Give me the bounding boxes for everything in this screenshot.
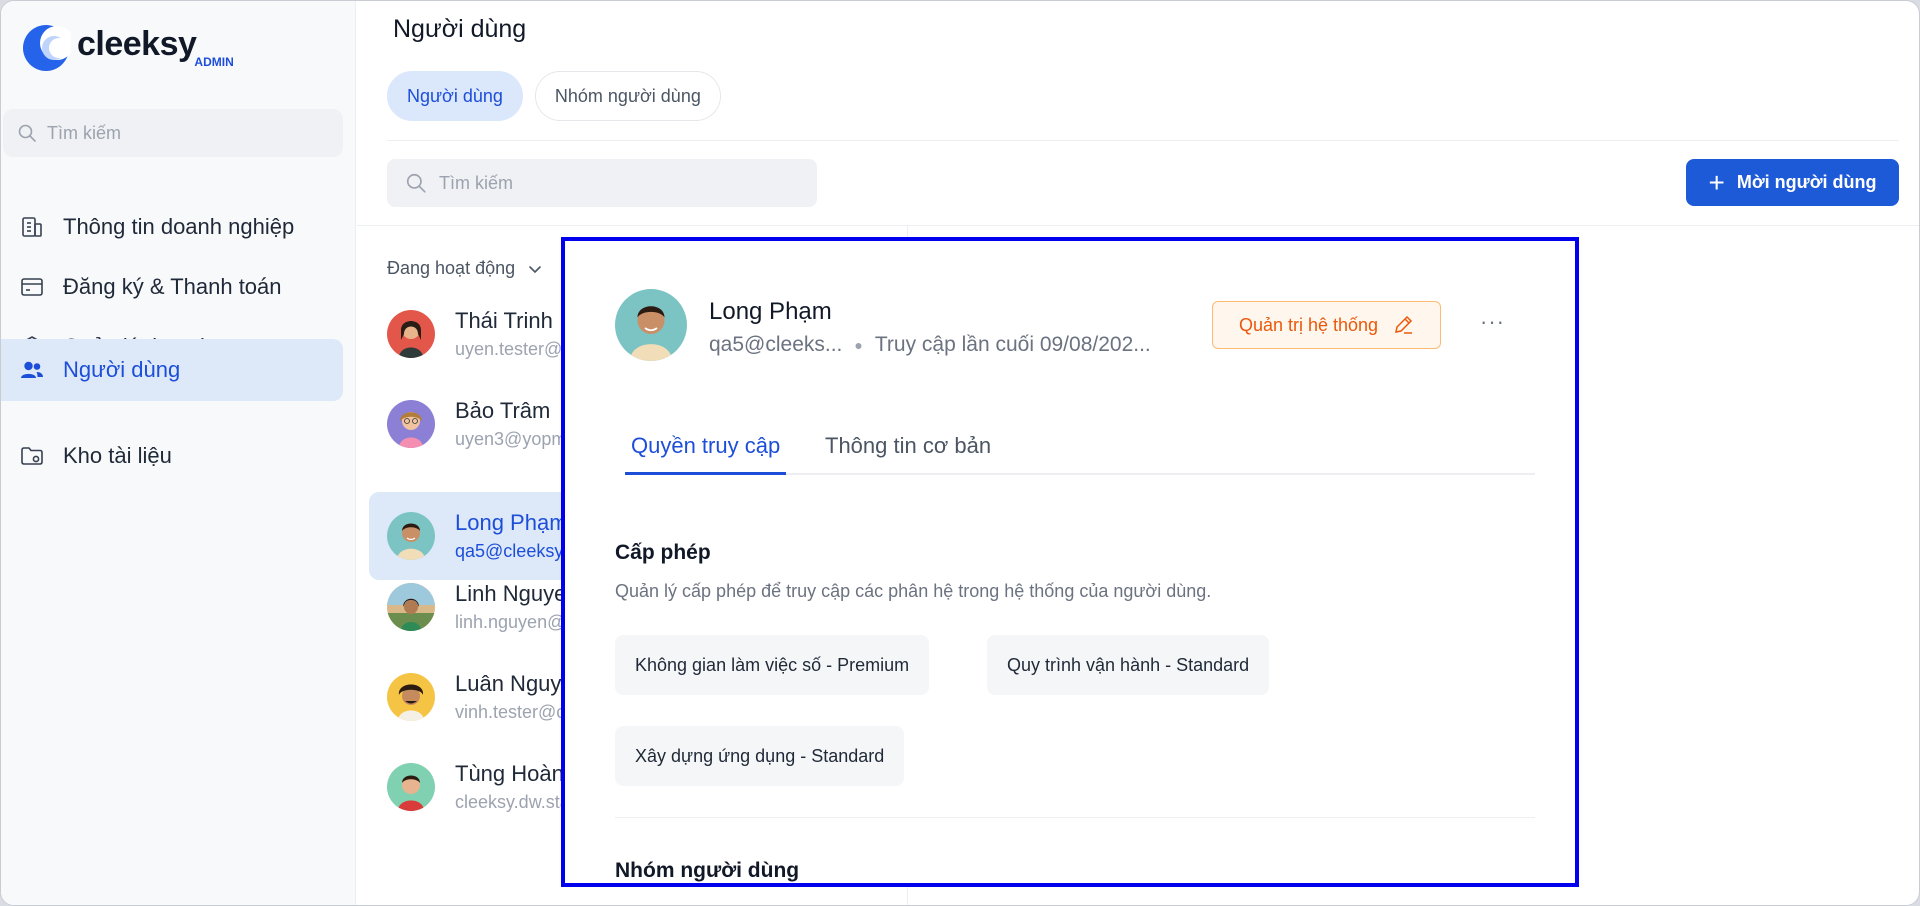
cleeksy-logo-icon <box>23 25 71 71</box>
app-window: cleeksy ADMIN Tìm kiếm Thông tin doanh n… <box>0 0 1920 906</box>
sidebar-search-input[interactable]: Tìm kiếm <box>3 109 343 157</box>
chevron-down-icon <box>529 265 541 273</box>
sidebar-item-label: Kho tài liệu <box>63 443 172 468</box>
status-filter-label: Đang hoạt động <box>387 258 516 278</box>
invite-user-button[interactable]: + Mời người dùng <box>1686 159 1899 206</box>
section-description: Quản lý cấp phép để truy cập các phân hệ… <box>615 581 1212 601</box>
sidebar-item-business-info[interactable]: Thông tin doanh nghiệp <box>1 196 343 258</box>
avatar <box>387 583 435 631</box>
sidebar-item-label: Thông tin doanh nghiệp <box>63 214 295 239</box>
page-title: Người dùng <box>393 15 527 43</box>
pencil-icon <box>1395 315 1413 334</box>
main-tabs: Người dùng Nhóm người dùng <box>387 71 721 121</box>
credit-card-icon <box>21 278 43 296</box>
user-search-placeholder: Tìm kiếm <box>439 172 513 193</box>
logo[interactable]: cleeksy ADMIN <box>21 23 234 73</box>
avatar <box>387 310 435 358</box>
avatar <box>387 400 435 448</box>
sidebar-item-label: Người dùng <box>63 357 181 382</box>
divider <box>615 817 1535 818</box>
folder-icon <box>21 447 43 465</box>
detail-user-email: qa5@cleeks... <box>709 333 843 356</box>
avatar <box>615 289 687 361</box>
invite-user-label: Mời người dùng <box>1736 172 1877 192</box>
user-search-input[interactable]: Tìm kiếm <box>387 159 817 207</box>
more-options-icon[interactable]: ··· <box>1480 309 1505 335</box>
status-filter-dropdown[interactable]: Đang hoạt động <box>387 258 543 279</box>
avatar <box>387 512 435 560</box>
search-icon <box>18 124 36 142</box>
license-chip: Xây dựng ứng dụng - Standard <box>615 726 905 786</box>
sidebar-item-documents[interactable]: Kho tài liệu <box>1 425 343 487</box>
search-icon <box>406 173 426 193</box>
sidebar-search-placeholder: Tìm kiếm <box>47 122 121 143</box>
sidebar-item-users[interactable]: Người dùng <box>1 339 343 401</box>
section-title: Cấp phép <box>615 541 711 564</box>
user-detail-panel: Long Phạm qa5@cleeks... ● Truy cập lần c… <box>561 237 1579 887</box>
role-edit-button[interactable]: Quản trị hệ thống <box>1212 301 1441 349</box>
building-icon <box>22 217 42 237</box>
divider <box>387 140 1899 141</box>
tab-access-rights[interactable]: Quyền truy cập <box>625 433 787 475</box>
detail-last-access: Truy cập lần cuối 09/08/202... <box>874 333 1151 356</box>
role-label: Quản trị hệ thống <box>1238 314 1379 335</box>
tab-users[interactable]: Người dùng <box>387 71 523 121</box>
license-chip: Không gian làm việc số - Premium <box>615 635 930 695</box>
avatar <box>387 673 435 721</box>
brand-name: cleeksy <box>77 25 197 63</box>
detail-user-name: Long Phạm <box>709 298 832 325</box>
tab-user-groups[interactable]: Nhóm người dùng <box>534 71 721 121</box>
sidebar: cleeksy ADMIN Tìm kiếm Thông tin doanh n… <box>1 1 356 905</box>
sidebar-item-label: Đăng ký & Thanh toán <box>63 274 282 299</box>
tab-basic-info[interactable]: Thông tin cơ bản <box>825 433 991 475</box>
detail-tabs: Quyền truy cập Thông tin cơ bản <box>625 433 1535 475</box>
plus-icon: + <box>1708 166 1725 198</box>
brand-badge: ADMIN <box>194 55 234 69</box>
license-chip: Quy trình vận hành - Standard <box>987 635 1270 695</box>
users-icon <box>21 361 43 378</box>
sidebar-item-billing[interactable]: Đăng ký & Thanh toán <box>1 256 343 318</box>
next-section-title: Nhóm người dùng <box>615 859 800 882</box>
separator-dot: ● <box>854 337 863 353</box>
detail-user-meta: qa5@cleeks... ● Truy cập lần cuối 09/08/… <box>709 333 1151 357</box>
avatar <box>387 763 435 811</box>
